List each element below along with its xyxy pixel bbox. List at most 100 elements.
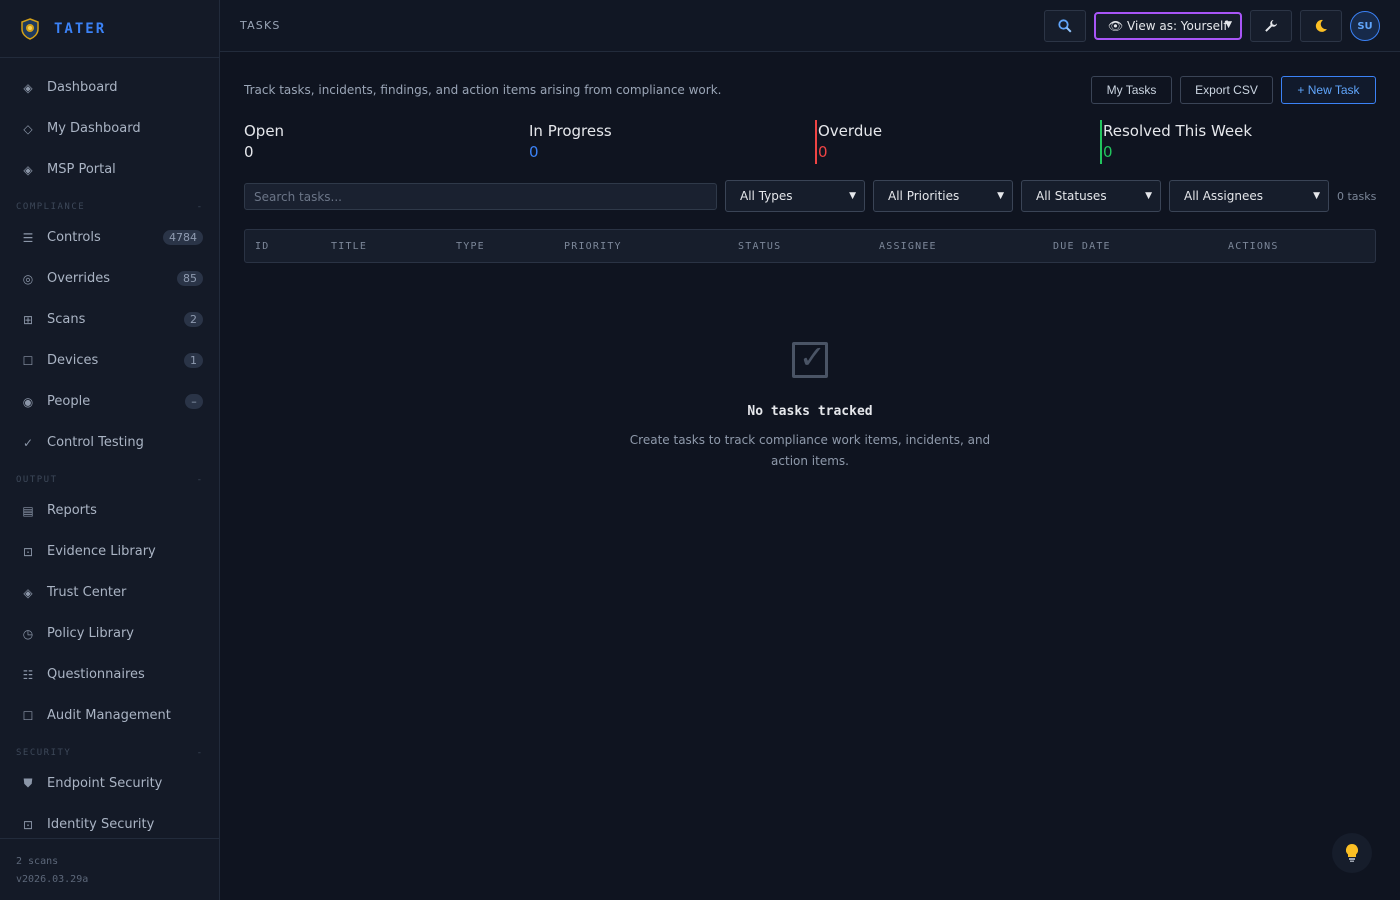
square-icon: ☐ — [22, 353, 34, 368]
diamond-outline-icon: ◇ — [23, 121, 33, 136]
sidebar-item-label: Reports — [47, 503, 97, 518]
section-title: COMPLIANCE — [16, 202, 86, 212]
search-icon — [1058, 19, 1072, 33]
column-header-actions: ACTIONS — [1228, 241, 1279, 252]
stat-label: Resolved This Week — [1103, 122, 1253, 140]
sidebar-item-my-dashboard[interactable]: ◇ My Dashboard — [0, 108, 219, 149]
column-header-type[interactable]: TYPE — [456, 241, 485, 252]
person-icon: ◉ — [22, 394, 34, 409]
identity-icon: ⊡ — [22, 817, 34, 832]
diamond-icon: ◈ — [23, 585, 33, 600]
sidebar-item-endpoint-security[interactable]: ⛊ Endpoint Security — [0, 763, 219, 804]
user-avatar[interactable]: SU — [1350, 11, 1380, 41]
checklist-icon: ☷ — [22, 667, 34, 682]
sidebar-item-label: Questionnaires — [47, 667, 145, 682]
view-as-select[interactable]: 👁 View as: Yourself ▼ — [1094, 12, 1242, 40]
collapse-marker: - — [197, 475, 201, 485]
sidebar-item-label: My Dashboard — [47, 121, 141, 136]
sidebar-item-control-testing[interactable]: ✓ Control Testing — [0, 422, 219, 463]
tools-button[interactable] — [1250, 10, 1292, 42]
stat-label: Open — [244, 122, 285, 140]
sidebar-item-label: Control Testing — [47, 435, 144, 450]
count-badge: – — [185, 394, 203, 409]
diamond-icon: ◈ — [23, 162, 33, 177]
checkmark-icon: ✓ — [22, 435, 34, 450]
stat-open: Open 0 — [244, 120, 514, 164]
sidebar-nav: ◈ Dashboard ◇ My Dashboard ◈ MSP Portal … — [0, 67, 219, 845]
sidebar-item-controls[interactable]: ☰ Controls 4784 — [0, 217, 219, 258]
count-badge: 1 — [184, 353, 203, 368]
evidence-icon: ⊡ — [22, 544, 34, 559]
brand[interactable]: TATER — [0, 0, 219, 58]
sidebar-item-label: Dashboard — [47, 80, 118, 95]
sidebar-item-label: Identity Security — [47, 817, 155, 832]
filter-value: All Statuses — [1036, 189, 1107, 203]
theme-toggle-button[interactable] — [1300, 10, 1342, 42]
section-title: OUTPUT — [16, 475, 58, 485]
section-header-compliance[interactable]: COMPLIANCE - — [0, 190, 219, 217]
new-task-button[interactable]: + New Task — [1281, 76, 1376, 104]
section-header-security[interactable]: SECURITY - — [0, 736, 219, 763]
sidebar-item-overrides[interactable]: ◎ Overrides 85 — [0, 258, 219, 299]
sidebar-item-label: Controls — [47, 230, 101, 245]
sidebar-item-label: Endpoint Security — [47, 776, 163, 791]
checkbox-icon: ✓ — [792, 338, 828, 378]
moon-icon — [1315, 19, 1327, 32]
topbar: TASKS 👁 View as: Yourself ▼ SU — [220, 0, 1400, 52]
search-button[interactable] — [1044, 10, 1086, 42]
sidebar-item-audit-management[interactable]: ☐ Audit Management — [0, 695, 219, 736]
column-header-assignee[interactable]: ASSIGNEE — [879, 241, 937, 252]
column-header-title[interactable]: TITLE — [331, 241, 367, 252]
stat-resolved-this-week: Resolved This Week 0 — [1100, 120, 1376, 164]
stat-value: 0 — [244, 143, 254, 161]
view-as-label: 👁 View as: Yourself — [1108, 19, 1228, 33]
main-content: Track tasks, incidents, findings, and ac… — [220, 52, 1400, 900]
chevron-down-icon: ▼ — [1145, 191, 1152, 201]
assignee-filter-select[interactable]: All Assignees ▼ — [1169, 180, 1329, 212]
search-tasks-input[interactable] — [244, 183, 717, 210]
sidebar-item-msp-portal[interactable]: ◈ MSP Portal — [0, 149, 219, 190]
sidebar-item-people[interactable]: ◉ People – — [0, 381, 219, 422]
chevron-down-icon: ▼ — [997, 191, 1004, 201]
sidebar-item-evidence-library[interactable]: ⊡ Evidence Library — [0, 531, 219, 572]
count-badge: 85 — [177, 271, 203, 286]
task-count: 0 tasks — [1337, 190, 1377, 203]
priority-filter-select[interactable]: All Priorities ▼ — [873, 180, 1013, 212]
export-csv-button[interactable]: Export CSV — [1180, 76, 1273, 104]
tips-button[interactable] — [1332, 833, 1372, 873]
collapse-marker: - — [197, 748, 201, 758]
sidebar-item-reports[interactable]: ▤ Reports — [0, 490, 219, 531]
stat-value: 0 — [1103, 143, 1113, 161]
column-header-due-date[interactable]: DUE DATE — [1053, 241, 1111, 252]
filter-value: All Types — [740, 189, 793, 203]
square-icon: ☐ — [22, 708, 34, 723]
sidebar-item-label: Trust Center — [47, 585, 127, 600]
column-header-id[interactable]: ID — [255, 241, 269, 252]
sidebar-item-label: Devices — [47, 353, 99, 368]
diamond-icon: ◈ — [23, 80, 33, 95]
stat-overdue: Overdue 0 — [815, 120, 1085, 164]
count-badge: 4784 — [163, 230, 203, 245]
sidebar-item-dashboard[interactable]: ◈ Dashboard — [0, 67, 219, 108]
filter-value: All Assignees — [1184, 189, 1263, 203]
type-filter-select[interactable]: All Types ▼ — [725, 180, 865, 212]
page-title: TASKS — [240, 19, 281, 32]
sidebar-item-label: Audit Management — [47, 708, 171, 723]
section-header-output[interactable]: OUTPUT - — [0, 463, 219, 490]
sidebar-item-policy-library[interactable]: ◷ Policy Library — [0, 613, 219, 654]
stat-label: In Progress — [529, 122, 612, 140]
my-tasks-button[interactable]: My Tasks — [1091, 76, 1172, 104]
column-header-priority[interactable]: PRIORITY — [564, 241, 622, 252]
sidebar-item-label: Overrides — [47, 271, 111, 286]
sidebar-item-questionnaires[interactable]: ☷ Questionnaires — [0, 654, 219, 695]
sidebar: TATER ◈ Dashboard ◇ My Dashboard ◈ MSP P… — [0, 0, 220, 900]
shield-icon: ⛊ — [23, 776, 33, 790]
stat-value: 0 — [529, 143, 539, 161]
empty-state-text: Create tasks to track compliance work it… — [629, 433, 991, 468]
status-filter-select[interactable]: All Statuses ▼ — [1021, 180, 1161, 212]
clock-icon: ◷ — [22, 626, 34, 641]
sidebar-item-trust-center[interactable]: ◈ Trust Center — [0, 572, 219, 613]
sidebar-item-scans[interactable]: ⊞ Scans 2 — [0, 299, 219, 340]
column-header-status[interactable]: STATUS — [738, 241, 781, 252]
sidebar-item-devices[interactable]: ☐ Devices 1 — [0, 340, 219, 381]
